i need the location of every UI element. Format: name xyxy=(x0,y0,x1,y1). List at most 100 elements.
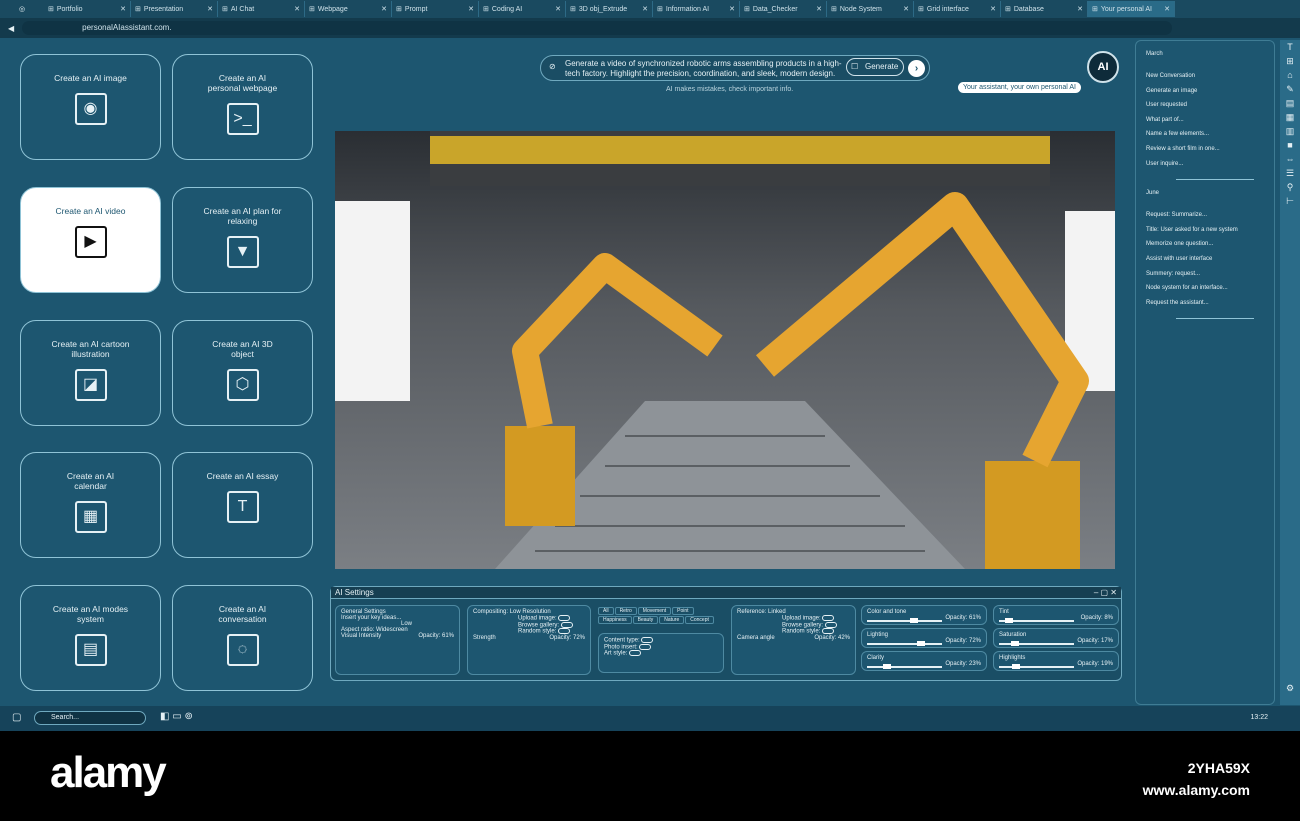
close-tab-icon[interactable]: ✕ xyxy=(1077,5,1083,13)
photo-toggle[interactable] xyxy=(639,643,652,650)
close-tab-icon[interactable]: ✕ xyxy=(468,5,474,13)
style-chip[interactable]: Concept xyxy=(685,616,714,624)
history-item[interactable]: User requested xyxy=(1146,102,1264,117)
strength-label: Strength xyxy=(473,634,496,641)
browser-tab[interactable]: ⊞ Prompt ✕ xyxy=(392,1,479,17)
settings-gear-icon[interactable]: ⚙ xyxy=(1280,681,1300,695)
content-type-toggle[interactable] xyxy=(641,637,654,643)
close-tab-icon[interactable]: ✕ xyxy=(381,5,387,13)
history-item[interactable]: User inquire... xyxy=(1146,161,1264,176)
ref-random-toggle[interactable] xyxy=(822,628,835,635)
history-item[interactable]: Request the assistant... xyxy=(1146,300,1264,315)
app-icons[interactable]: ◧ ▭ ⊚ xyxy=(160,711,193,722)
create-card[interactable]: Create an AI image ◉ xyxy=(20,54,161,160)
ref-upload-label: Upload image: xyxy=(782,615,821,622)
tab-icon: ⊞ xyxy=(222,6,228,13)
tool-icons[interactable]: T ⊞ ⌂ ✎ ▤ ▦ ▥ ■ ⇔ ☰ ⚲ ⊢ xyxy=(1286,42,1295,206)
slider-thumb[interactable] xyxy=(883,664,892,669)
history-item[interactable]: What part of... xyxy=(1146,117,1264,132)
close-tab-icon[interactable]: ✕ xyxy=(642,5,648,13)
browser-tab[interactable]: ⊞ Presentation ✕ xyxy=(131,1,218,17)
history-item[interactable]: Node system for an interface... xyxy=(1146,285,1264,300)
history-item[interactable]: Memorize one question... xyxy=(1146,241,1264,256)
upload-toggle[interactable] xyxy=(558,615,571,621)
history-item[interactable]: Assist with user interface xyxy=(1146,256,1264,271)
close-tab-icon[interactable]: ✕ xyxy=(1164,5,1170,13)
slider-track[interactable] xyxy=(867,666,942,668)
slider-track[interactable] xyxy=(867,620,942,622)
history-item[interactable]: New Conversation xyxy=(1146,73,1264,88)
generated-video[interactable] xyxy=(335,131,1115,569)
close-tab-icon[interactable]: ✕ xyxy=(816,5,822,13)
create-card[interactable]: Create an AI personal webpage >_ xyxy=(172,54,313,160)
submit-button[interactable]: › xyxy=(908,60,925,77)
style-chip[interactable]: Retro xyxy=(614,607,637,615)
style-chip[interactable]: Beauty xyxy=(632,616,659,624)
close-tab-icon[interactable]: ✕ xyxy=(294,5,300,13)
ref-upload-toggle[interactable] xyxy=(822,615,835,621)
close-tab-icon[interactable]: ✕ xyxy=(555,5,561,13)
style-chip[interactable]: Movement xyxy=(637,607,672,615)
browser-tab[interactable]: ⊞ Grid interface ✕ xyxy=(914,1,1001,17)
style-chip[interactable]: All xyxy=(598,607,614,615)
browser-tab[interactable]: ⊞ Coding AI ✕ xyxy=(479,1,566,17)
create-card[interactable]: Create an AI plan for relaxing ▼ xyxy=(172,187,313,293)
browser-tab[interactable]: ⊞ Information AI ✕ xyxy=(653,1,740,17)
slider-thumb[interactable] xyxy=(1010,641,1019,646)
create-card[interactable]: Create an AI conversation ◌ xyxy=(172,585,313,691)
card-label: Create an AI essay xyxy=(206,471,279,481)
style-chip[interactable]: Nature xyxy=(659,616,685,624)
attach-icon[interactable]: ⊘ xyxy=(549,62,556,72)
history-item[interactable]: Summery: request... xyxy=(1146,271,1264,286)
taskbar-search[interactable]: Search... xyxy=(34,711,146,725)
create-card[interactable]: Create an AI essay T xyxy=(172,452,313,558)
slider-thumb[interactable] xyxy=(1004,618,1013,623)
slider-thumb[interactable] xyxy=(1012,664,1021,669)
start-icon[interactable]: ▢ xyxy=(12,712,21,723)
random-toggle[interactable] xyxy=(558,628,571,635)
history-group-title: June xyxy=(1146,190,1160,197)
style-chip[interactable]: Point xyxy=(672,607,694,615)
slider-thumb[interactable] xyxy=(909,618,918,623)
browser-tab[interactable]: ⊞ Webpage ✕ xyxy=(305,1,392,17)
history-item[interactable]: Review a short film in one... xyxy=(1146,146,1264,161)
content-settings: Content type: Photo insert: Art style: xyxy=(598,633,724,673)
slider-thumb[interactable] xyxy=(917,641,926,646)
history-item[interactable]: Request: Summarize... xyxy=(1146,212,1264,227)
history-item[interactable]: Generate an image xyxy=(1146,88,1264,103)
close-tab-icon[interactable]: ✕ xyxy=(903,5,909,13)
close-tab-icon[interactable]: ✕ xyxy=(990,5,996,13)
art-toggle[interactable] xyxy=(629,650,642,657)
slider-track[interactable] xyxy=(999,666,1074,668)
browser-tab[interactable]: ⊞ 3D obj_Extrude ✕ xyxy=(566,1,653,17)
avatar[interactable]: AI xyxy=(1087,51,1119,83)
card-label: Create an AI image xyxy=(54,73,127,83)
slider-track[interactable] xyxy=(867,643,942,645)
back-icon[interactable]: ◀ xyxy=(8,24,14,33)
cup-icon: ▼ xyxy=(226,236,259,268)
window-controls[interactable]: – ▢ ✕ xyxy=(1094,588,1117,597)
create-card[interactable]: Create an AI video ▶ xyxy=(20,187,161,293)
create-card[interactable]: Create an AI cartoon illustration ◪ xyxy=(20,320,161,426)
create-card[interactable]: Create an AI calendar ▦ xyxy=(20,452,161,558)
style-chip[interactable]: Happiness xyxy=(598,616,632,624)
browser-tab[interactable]: ⊞ Portfolio ✕ xyxy=(44,1,131,17)
history-item[interactable]: Title: User asked for a new system xyxy=(1146,227,1264,242)
app-menu-icon[interactable]: ◎ xyxy=(0,5,44,13)
close-tab-icon[interactable]: ✕ xyxy=(120,5,126,13)
ref-browse-toggle[interactable] xyxy=(824,621,837,628)
close-tab-icon[interactable]: ✕ xyxy=(207,5,213,13)
browser-tab[interactable]: ⊞ Your personal AI ✕ xyxy=(1088,1,1175,17)
create-card[interactable]: Create an AI modes system ▤ xyxy=(20,585,161,691)
close-tab-icon[interactable]: ✕ xyxy=(729,5,735,13)
browse-toggle[interactable] xyxy=(560,621,573,628)
history-item[interactable]: Name a few elements... xyxy=(1146,131,1264,146)
browser-tab[interactable]: ⊞ Data_Checker ✕ xyxy=(740,1,827,17)
url-field[interactable]: personalAIassistant.com. xyxy=(22,21,1173,35)
browser-tab[interactable]: ⊞ Database ✕ xyxy=(1001,1,1088,17)
generate-button[interactable]: ☐ Generate xyxy=(846,58,904,76)
tab-label: Grid interface xyxy=(926,5,969,13)
create-card[interactable]: Create an AI 3D object ⬡ xyxy=(172,320,313,426)
browser-tab[interactable]: ⊞ AI Chat ✕ xyxy=(218,1,305,17)
browser-tab[interactable]: ⊞ Node System ✕ xyxy=(827,1,914,17)
